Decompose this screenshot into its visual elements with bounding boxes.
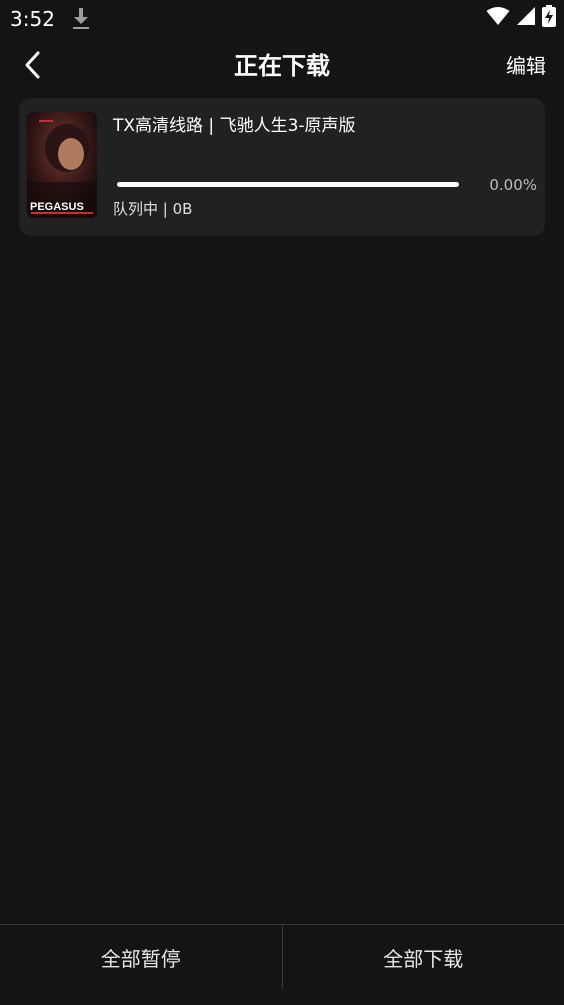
status-icons <box>486 6 556 30</box>
edit-button[interactable]: 编辑 <box>506 52 546 80</box>
download-status: 队列中 | 0B <box>113 198 192 220</box>
progress-bar <box>117 182 459 187</box>
movie-poster: PEGASUS <box>27 112 97 218</box>
page-title: 正在下载 <box>0 50 564 82</box>
progress-percent: 0.00% <box>489 175 537 195</box>
app-header: 正在下载 编辑 <box>0 40 564 94</box>
svg-text:PEGASUS: PEGASUS <box>30 201 84 213</box>
download-title: TX高清线路 | 飞驰人生3-原声版 <box>113 114 356 138</box>
pause-all-button[interactable]: 全部暂停 <box>0 925 282 989</box>
battery-charging-icon <box>542 5 556 31</box>
wifi-icon <box>486 6 510 30</box>
status-time: 3:52 <box>10 6 55 32</box>
download-all-button[interactable]: 全部下载 <box>283 925 564 989</box>
download-icon <box>70 6 92 30</box>
signal-icon <box>516 6 536 30</box>
bottom-action-bar: 全部暂停 全部下载 <box>0 924 564 1005</box>
status-bar: 3:52 <box>0 0 564 36</box>
download-item[interactable]: PEGASUS TX高清线路 | 飞驰人生3-原声版 0.00% 队列中 | 0… <box>19 98 545 236</box>
